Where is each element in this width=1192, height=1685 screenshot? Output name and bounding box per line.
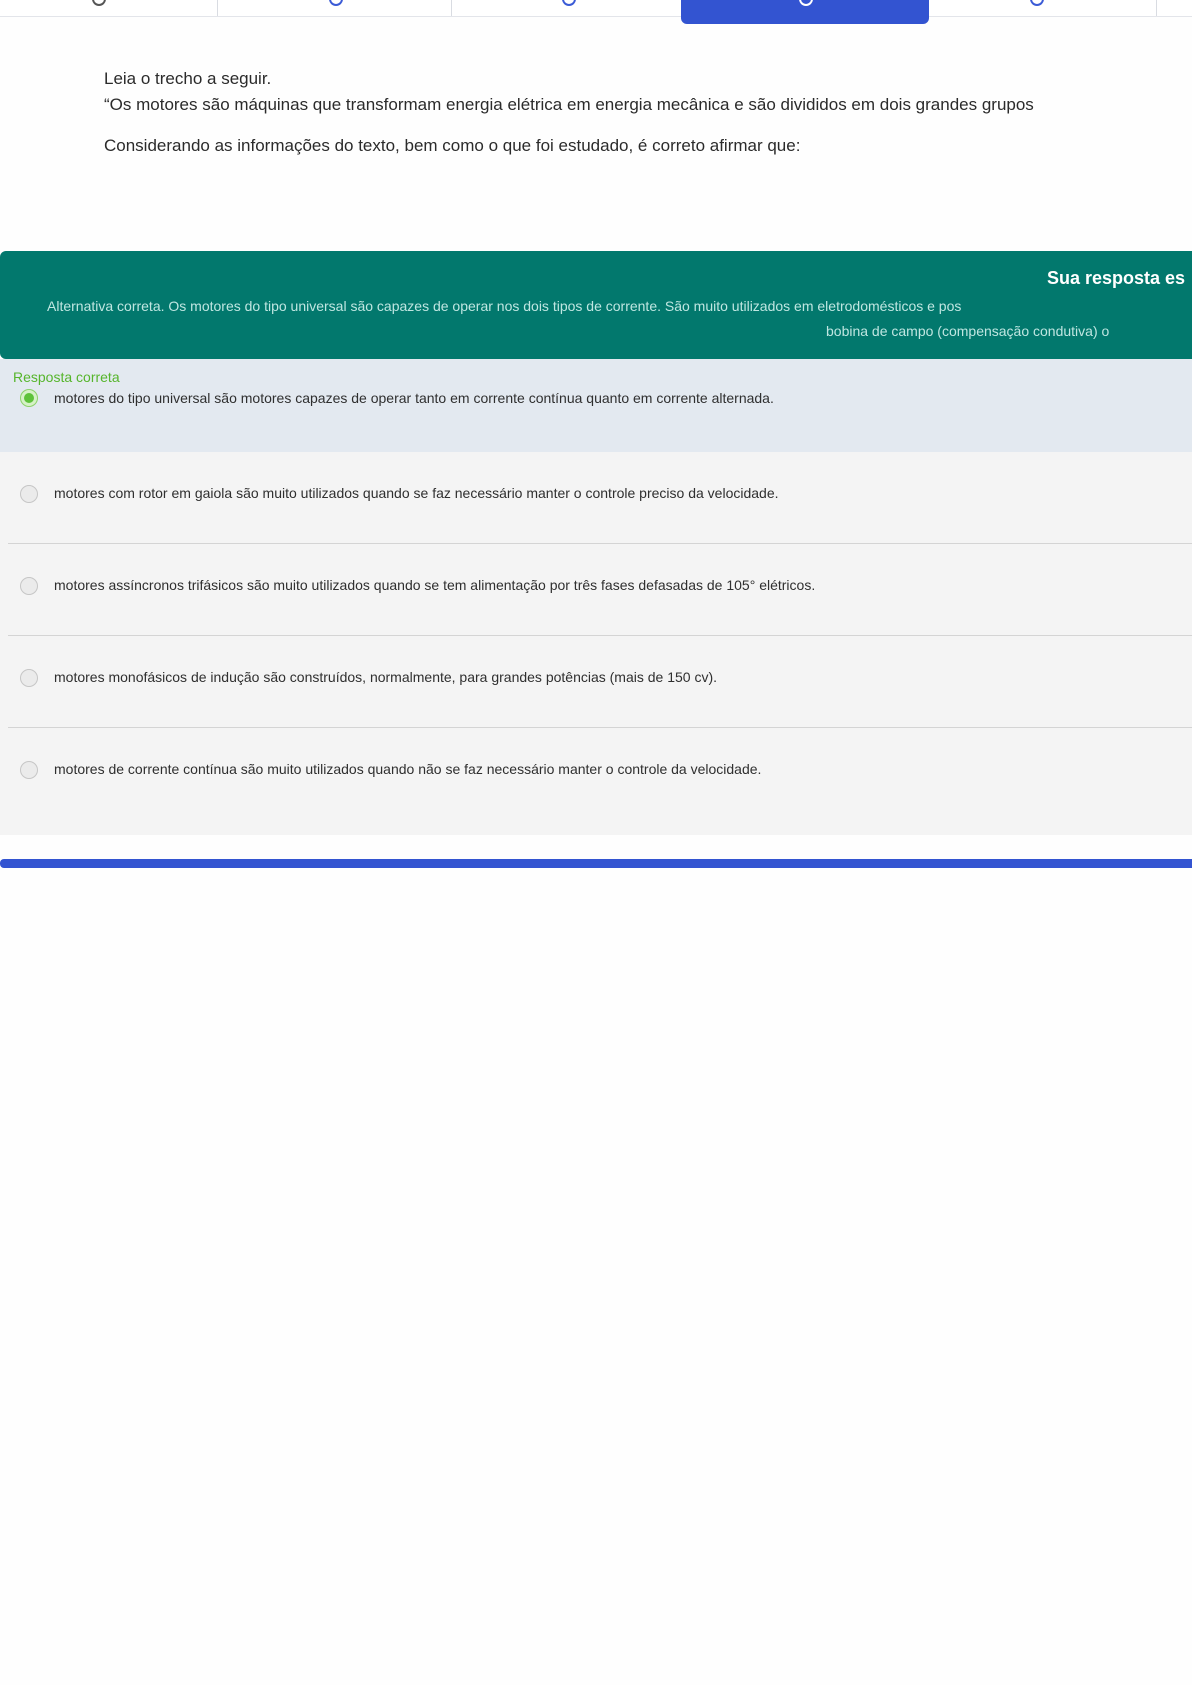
radio-icon[interactable]: [20, 577, 38, 595]
feedback-banner: Sua resposta es Alternativa correta. Os …: [0, 251, 1192, 359]
radio-icon[interactable]: [20, 669, 38, 687]
nav-status-icon: [329, 0, 343, 6]
nav-divider: [1156, 0, 1157, 16]
nav-status-icon: [92, 0, 106, 6]
question-intro: Leia o trecho a seguir.: [104, 69, 272, 88]
question-text: Leia o trecho a seguir. “Os motores são …: [104, 66, 1192, 159]
nav-divider: [451, 0, 452, 16]
answer-option-text: motores assíncronos trifásicos são muito…: [54, 577, 816, 593]
answer-option-3[interactable]: motores assíncronos trifásicos são muito…: [0, 544, 1192, 636]
feedback-explanation-line-2: bobina de campo (compensação condutiva) …: [826, 323, 1110, 339]
question-navigation: [0, 0, 1192, 24]
answer-option-text: motores do tipo universal são motores ca…: [54, 390, 774, 406]
answer-options: Resposta correta motores do tipo univers…: [0, 359, 1192, 835]
feedback-explanation-line-1: Alternativa correta. Os motores do tipo …: [47, 298, 962, 314]
answer-option-1[interactable]: Resposta correta motores do tipo univers…: [0, 359, 1192, 452]
question-prompt: Considerando as informações do texto, be…: [104, 136, 801, 155]
nav-divider: [217, 0, 218, 16]
radio-icon[interactable]: [20, 485, 38, 503]
radio-icon[interactable]: [20, 761, 38, 779]
radio-selected-icon[interactable]: [20, 389, 38, 407]
bottom-accent-bar: [0, 859, 1192, 868]
nav-status-icon: [799, 0, 813, 6]
answer-option-text: motores monofásicos de indução são const…: [54, 669, 718, 685]
nav-tab-active[interactable]: [681, 0, 929, 24]
feedback-title: Sua resposta es: [1047, 268, 1186, 288]
question-quote: “Os motores são máquinas que transformam…: [104, 95, 1034, 114]
nav-status-icon: [1030, 0, 1044, 6]
nav-status-icon: [562, 0, 576, 6]
answer-option-2[interactable]: motores com rotor em gaiola são muito ut…: [0, 452, 1192, 544]
answer-option-text: motores com rotor em gaiola são muito ut…: [54, 485, 779, 501]
answer-option-5[interactable]: motores de corrente contínua são muito u…: [0, 728, 1192, 835]
correct-answer-label: Resposta correta: [13, 369, 120, 385]
answer-option-text: motores de corrente contínua são muito u…: [54, 761, 762, 777]
answer-option-4[interactable]: motores monofásicos de indução são const…: [0, 636, 1192, 728]
